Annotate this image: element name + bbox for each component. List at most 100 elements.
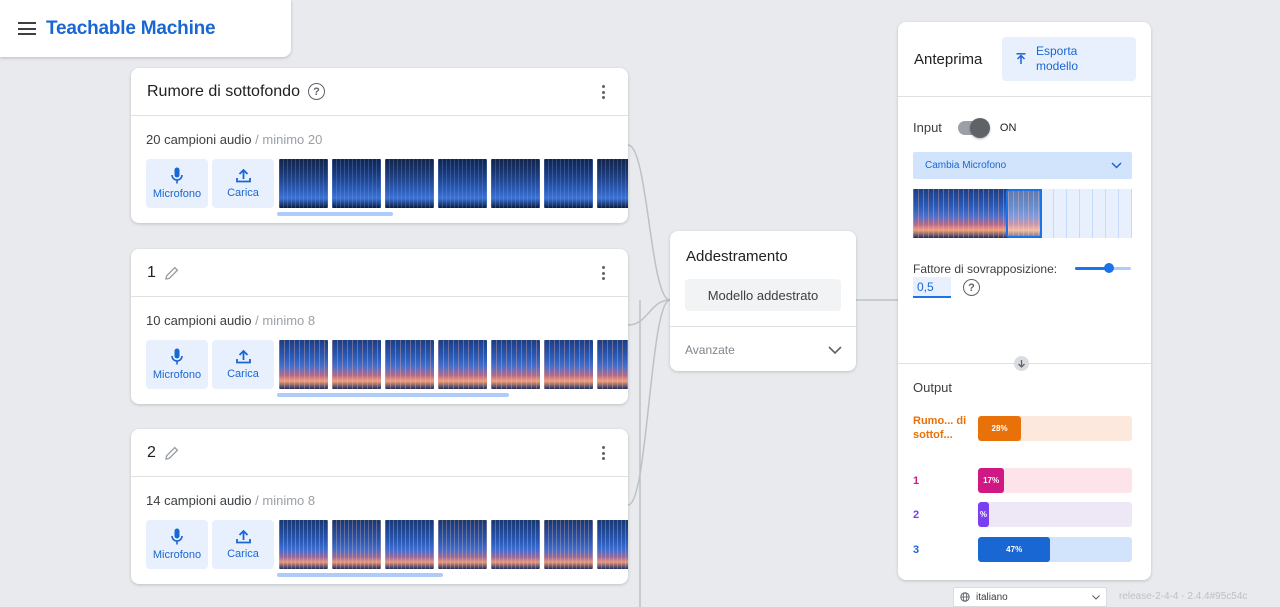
- samples-scrollbar[interactable]: [277, 393, 509, 397]
- class-card-background: Rumore di sottofondo ? 20 campioni audio…: [131, 68, 628, 223]
- class-body: 14 campioni audio / minimo 8 Microfono C…: [131, 477, 628, 577]
- audio-sample-thumbnail[interactable]: [385, 159, 434, 208]
- class-card-2: 2 14 campioni audio / minimo 8 Microfono…: [131, 429, 628, 584]
- upload-label: Carica: [227, 187, 259, 199]
- more-options-icon[interactable]: [602, 446, 606, 460]
- advanced-toggle[interactable]: Avanzate: [670, 327, 856, 373]
- microphone-button[interactable]: Microfono: [146, 520, 208, 569]
- audio-sample-thumbnail[interactable]: [597, 340, 628, 389]
- audio-sample-thumbnail[interactable]: [491, 159, 540, 208]
- edit-icon[interactable]: [164, 265, 180, 281]
- sample-row: Microfono Carica: [146, 340, 628, 390]
- class-card-1: 1 10 campioni audio / minimo 8 Microfono…: [131, 249, 628, 404]
- output-row: 2 %: [913, 502, 1133, 527]
- output-bar: 28%: [978, 415, 1132, 441]
- sample-thumbnails: [279, 520, 628, 570]
- overlap-row: Fattore di sovrapposizione:: [898, 238, 1151, 276]
- audio-sample-thumbnail[interactable]: [491, 340, 540, 389]
- audio-sample-thumbnail[interactable]: [544, 159, 593, 208]
- edit-icon[interactable]: [164, 445, 180, 461]
- export-model-button[interactable]: Esporta modello: [1002, 37, 1136, 81]
- train-model-button[interactable]: Modello addestrato: [685, 279, 841, 311]
- audio-sample-thumbnail[interactable]: [279, 159, 328, 208]
- audio-sample-thumbnail[interactable]: [544, 340, 593, 389]
- microphone-icon: [171, 528, 183, 545]
- overlap-slider-thumb[interactable]: [1103, 263, 1114, 273]
- sample-count-text: 14 campioni audio: [146, 493, 252, 508]
- output-label: Rumo... di sottof...: [913, 415, 967, 441]
- preview-title: Anteprima: [914, 50, 983, 68]
- class-name[interactable]: 1: [147, 264, 156, 282]
- audio-sample-thumbnail[interactable]: [438, 159, 487, 208]
- input-toggle[interactable]: [957, 117, 990, 138]
- samples-scrollbar[interactable]: [277, 212, 393, 216]
- output-label: 1: [913, 474, 920, 487]
- class-header: Rumore di sottofondo ?: [131, 68, 628, 116]
- overlap-slider[interactable]: [1075, 263, 1131, 273]
- more-options-icon[interactable]: [602, 85, 606, 99]
- overlap-input[interactable]: [913, 277, 951, 298]
- sample-thumbnails: [279, 340, 628, 390]
- upload-icon: [235, 349, 251, 364]
- output-percent: 47%: [1006, 545, 1023, 554]
- sample-row: Microfono Carica: [146, 159, 628, 209]
- language-label: italiano: [976, 591, 1008, 603]
- microphone-button[interactable]: Microfono: [146, 159, 208, 208]
- change-microphone-select[interactable]: Cambia Microfono: [913, 152, 1132, 179]
- spectrogram-playhead: [1040, 189, 1042, 238]
- audio-sample-thumbnail[interactable]: [544, 520, 593, 569]
- audio-sample-thumbnail[interactable]: [332, 159, 381, 208]
- connector-class-0: [627, 144, 671, 301]
- training-card: Addestramento Modello addestrato Avanzat…: [670, 231, 856, 371]
- spectrogram-window: [1006, 189, 1042, 238]
- language-select[interactable]: italiano: [953, 587, 1107, 607]
- audio-sample-thumbnail[interactable]: [332, 520, 381, 569]
- upload-icon: [235, 168, 251, 183]
- help-icon[interactable]: ?: [963, 279, 980, 296]
- microphone-label: Microfono: [152, 369, 202, 381]
- audio-sample-thumbnail[interactable]: [279, 340, 328, 389]
- class-header: 1: [131, 249, 628, 297]
- audio-sample-thumbnail[interactable]: [438, 520, 487, 569]
- help-icon[interactable]: ?: [307, 83, 325, 100]
- more-options-icon[interactable]: [602, 266, 606, 280]
- microphone-icon: [171, 167, 183, 184]
- sample-count: 10 campioni audio / minimo 8: [146, 313, 628, 331]
- audio-sample-thumbnail[interactable]: [491, 520, 540, 569]
- class-name[interactable]: 2: [147, 444, 156, 462]
- live-spectrogram: [913, 189, 1132, 238]
- chevron-down-icon: [1111, 162, 1122, 169]
- upload-button[interactable]: Carica: [212, 520, 274, 569]
- output-label: 2: [913, 508, 920, 521]
- samples-scrollbar[interactable]: [277, 573, 443, 577]
- audio-sample-thumbnail[interactable]: [438, 340, 487, 389]
- microphone-icon: [171, 348, 183, 365]
- microphone-button[interactable]: Microfono: [146, 340, 208, 389]
- audio-sample-thumbnail[interactable]: [279, 520, 328, 569]
- upload-button[interactable]: Carica: [212, 159, 274, 208]
- release-version: release-2-4-4 - 2.4.4#95c54c: [1119, 591, 1248, 602]
- audio-sample-thumbnail[interactable]: [597, 520, 628, 569]
- output-bar-fill: %: [978, 502, 989, 527]
- sample-row: Microfono Carica: [146, 520, 628, 570]
- output-row: Rumo... di sottof... 28%: [913, 414, 1133, 442]
- sample-min-text: / minimo 20: [251, 132, 323, 147]
- output-bar: %: [978, 502, 1132, 527]
- audio-sample-thumbnail[interactable]: [332, 340, 381, 389]
- advanced-label: Avanzate: [685, 343, 735, 357]
- output-row: 3 47%: [913, 537, 1133, 562]
- upload-button[interactable]: Carica: [212, 340, 274, 389]
- upload-label: Carica: [227, 368, 259, 380]
- audio-sample-thumbnail[interactable]: [385, 340, 434, 389]
- audio-sample-thumbnail[interactable]: [597, 159, 628, 208]
- overlap-label: Fattore di sovrapposizione:: [913, 262, 1058, 276]
- overlap-input-row: ?: [898, 277, 1151, 298]
- output-percent: 17%: [983, 476, 1000, 485]
- connector-class-2: [627, 299, 671, 506]
- input-label: Input: [913, 120, 942, 135]
- audio-sample-thumbnail[interactable]: [385, 520, 434, 569]
- class-body: 10 campioni audio / minimo 8 Microfono C…: [131, 297, 628, 397]
- arrow-down-icon: [1014, 356, 1029, 371]
- output-percent: %: [979, 510, 987, 519]
- class-name[interactable]: Rumore di sottofondo: [147, 83, 300, 101]
